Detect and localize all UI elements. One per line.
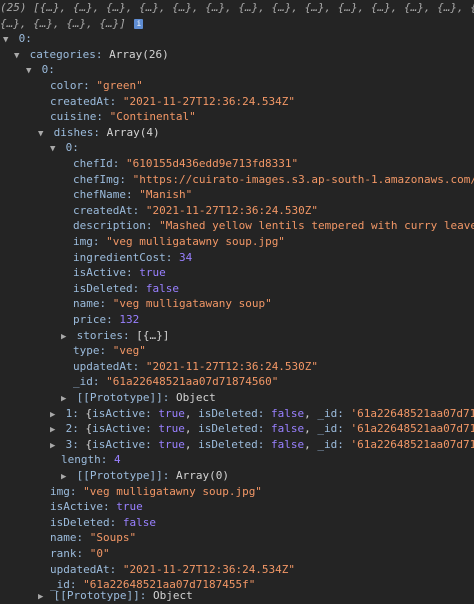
array-summary-text: (25) [{…}, {…}, {…}, {…}, {…}, {…}, {…},… — [0, 1, 474, 14]
collapsed-triangle-icon[interactable]: ▶ — [38, 590, 47, 604]
property-row: img: "veg mulligatawny soup.jpg" — [73, 235, 285, 248]
property-row: length: 4 — [61, 453, 121, 467]
expanded-triangle-icon[interactable]: ▼ — [3, 33, 12, 47]
expanded-triangle-icon[interactable]: ▼ — [50, 142, 59, 156]
collapsed-triangle-icon[interactable]: ▶ — [50, 408, 59, 422]
tree-node-root-0[interactable]: ▼ 0: — [0, 31, 474, 47]
tree-node-prototype[interactable]: ▶ [[Prototype]]: Object — [0, 588, 474, 604]
property-row: chefImg: "https://cuirato-images.s3.ap-s… — [73, 172, 474, 186]
array-summary-row-cont: {…}, {…}, {…}, {…}] i — [0, 16, 474, 32]
expanded-triangle-icon[interactable]: ▼ — [26, 64, 35, 78]
expanded-triangle-icon[interactable]: ▼ — [38, 127, 47, 141]
property-row: chefName: "Manish" — [73, 188, 193, 202]
collapsed-triangle-icon[interactable]: ▶ — [61, 392, 70, 406]
tree-node-dish-1[interactable]: ▶ 1: {isActive: true, isDeleted: false, … — [0, 406, 474, 422]
property-row: img: "veg mulligatawny soup.jpg" — [50, 484, 262, 498]
node-index: 0: — [41, 63, 55, 77]
collapsed-triangle-icon[interactable]: ▶ — [50, 423, 59, 437]
property-row: cuisine: "Continental" — [50, 110, 196, 124]
collapsed-triangle-icon[interactable]: ▶ — [61, 330, 70, 344]
property-row: rank: "0" — [50, 547, 110, 560]
tree-node-prototype[interactable]: ▶ [[Prototype]]: Array(0) — [0, 468, 474, 484]
tree-node-stories[interactable]: ▶ stories: [{…}] — [0, 328, 474, 344]
property-row: name: "Soups" — [50, 531, 137, 545]
property-row: name: "veg mulligatawany soup" — [73, 297, 272, 311]
array-summary-row[interactable]: (25) [{…}, {…}, {…}, {…}, {…}, {…}, {…},… — [0, 0, 474, 16]
property-type: Array(26) — [109, 47, 169, 61]
property-row: updatedAt: "2021-11-27T12:36:24.530Z" — [73, 359, 319, 373]
property-row: createdAt: "2021-11-27T12:36:24.534Z" — [50, 94, 296, 108]
property-row: price: 132 — [73, 313, 140, 326]
expanded-triangle-icon[interactable]: ▼ — [14, 49, 23, 63]
node-index: 0: — [18, 32, 32, 46]
property-row: ingredientCost: 34 — [73, 250, 193, 264]
property-row: description: "Mashed yellow lentils temp… — [73, 219, 474, 233]
property-row: chefId: "610155d436edd9e713fd8331" — [73, 157, 299, 170]
property-row: isDeleted: false — [73, 281, 179, 295]
collapsed-triangle-icon[interactable]: ▶ — [50, 439, 59, 453]
property-row: isActive: true — [73, 266, 166, 280]
tree-node-dishes[interactable]: ▼ dishes: Array(4) — [0, 125, 474, 141]
property-row: type: "veg" — [73, 344, 146, 358]
property-row: createdAt: "2021-11-27T12:36:24.530Z" — [73, 203, 319, 217]
devtools-console: (25) [{…}, {…}, {…}, {…}, {…}, {…}, {…},… — [0, 0, 474, 604]
property-row: _id: "61a22648521aa07d71874560" — [73, 375, 279, 389]
collapsed-triangle-icon[interactable]: ▶ — [61, 470, 70, 484]
tree-node-dish-0[interactable]: ▼ 0: — [0, 140, 474, 156]
tree-node-categories[interactable]: ▼ categories: Array(26) — [0, 47, 474, 63]
tree-node-category-0[interactable]: ▼ 0: — [0, 62, 474, 78]
info-icon[interactable]: i — [134, 18, 144, 29]
tree-node-dish-2[interactable]: ▶ 2: {isActive: true, isDeleted: false, … — [0, 421, 474, 437]
property-row: updatedAt: "2021-11-27T12:36:24.534Z" — [50, 562, 296, 576]
property-row: color: "green" — [50, 79, 143, 92]
property-key: categories: — [29, 47, 103, 61]
tree-node-prototype[interactable]: ▶ [[Prototype]]: Object — [0, 390, 474, 406]
property-row: isActive: true — [50, 500, 143, 514]
tree-node-dish-3[interactable]: ▶ 3: {isActive: true, isDeleted: false, … — [0, 437, 474, 453]
array-summary-text-cont: {…}, {…}, {…}, {…}] — [0, 16, 126, 30]
property-row: isDeleted: false — [50, 515, 156, 529]
